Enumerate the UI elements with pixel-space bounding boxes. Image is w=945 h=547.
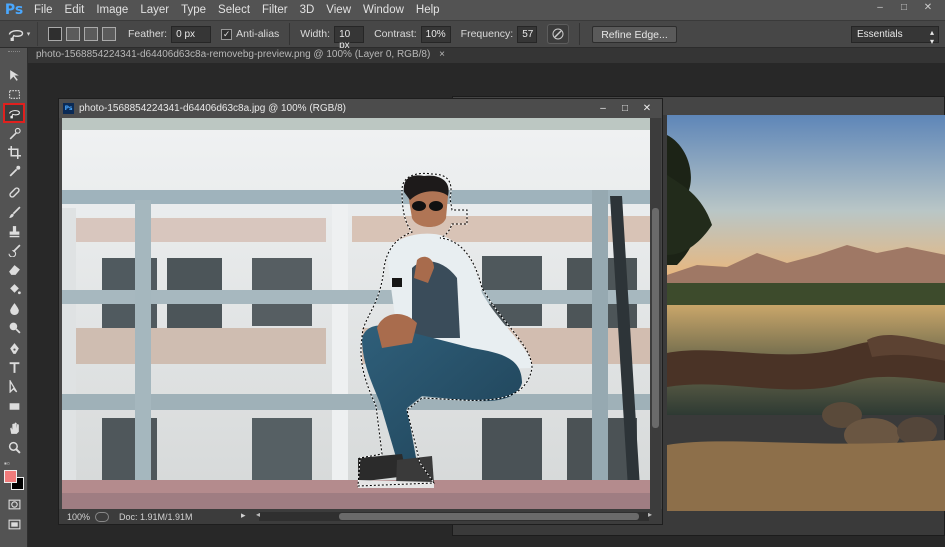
history-brush-tool-icon[interactable] (5, 242, 23, 258)
photoshop-logo: Ps (4, 2, 24, 18)
minimize-button[interactable]: – (869, 0, 891, 14)
new-selection-mode-button[interactable] (48, 27, 62, 41)
vertical-scroll-thumb[interactable] (652, 208, 659, 428)
marquee-tool-icon[interactable] (5, 86, 23, 102)
clone-stamp-tool-icon[interactable] (5, 223, 23, 239)
export-icon[interactable] (95, 511, 109, 522)
refine-edge-button[interactable]: Refine Edge... (592, 25, 677, 43)
document-window-titlebar[interactable]: Ps photo-1568854224341-d64406d63c8a.jpg … (59, 99, 662, 118)
contrast-label: Contrast: (374, 28, 417, 40)
tools-panel: ▪▫ (0, 48, 28, 547)
close-tab-icon[interactable]: × (439, 49, 445, 60)
doc-minimize-button[interactable]: – (594, 101, 612, 115)
type-tool-icon[interactable] (5, 359, 23, 375)
chevron-updown-icon: ▴ ▾ (929, 28, 934, 46)
document-window-controls: – □ ✕ (594, 101, 656, 115)
horizontal-scroll-thumb[interactable] (339, 513, 639, 520)
tablet-pressure-button[interactable] (547, 24, 570, 44)
document-info: Doc: 1.91M/1.91M (119, 511, 193, 522)
status-menu-arrow-icon[interactable]: ▸ (241, 510, 246, 521)
feather-input[interactable]: 0 px (171, 25, 212, 43)
eraser-tool-icon[interactable] (5, 261, 23, 277)
move-tool-icon[interactable] (5, 67, 23, 83)
ps-document-icon: Ps (63, 103, 74, 114)
menu-view[interactable]: View (320, 4, 357, 16)
width-label: Width: (300, 28, 331, 40)
blur-tool-icon[interactable] (5, 300, 23, 316)
workspace-switcher[interactable]: Essentials ▴ ▾ (851, 26, 939, 46)
subtract-selection-mode-button[interactable] (84, 27, 98, 41)
menu-help[interactable]: Help (410, 4, 446, 16)
document-tab-title: photo-1568854224341-d64406d63c8a-removeb… (36, 49, 431, 60)
workspace-value: Essentials (857, 29, 903, 40)
crop-tool-icon[interactable] (5, 144, 23, 160)
hand-tool-icon[interactable] (5, 420, 23, 436)
tool-preset-picker[interactable]: ▾ (0, 22, 38, 46)
panel-grip (8, 51, 20, 53)
antialias-checkbox[interactable]: ✓ (221, 28, 233, 40)
landscape-image (667, 115, 945, 511)
zoom-level[interactable]: 100% (59, 512, 93, 522)
menu-window[interactable]: Window (357, 4, 410, 16)
vertical-scrollbar[interactable] (650, 118, 661, 510)
path-selection-tool-icon[interactable] (5, 378, 23, 394)
menu-layer[interactable]: Layer (134, 4, 175, 16)
tablet-pressure-icon (552, 28, 564, 40)
frequency-label: Frequency: (460, 28, 514, 40)
menu-image[interactable]: Image (90, 4, 134, 16)
doc-maximize-button[interactable]: □ (616, 101, 634, 115)
menu-file[interactable]: File (28, 4, 59, 16)
chevron-down-icon: ▾ (26, 31, 31, 38)
feather-label: Feather: (128, 28, 168, 40)
app-window-controls: – □ ✕ (869, 0, 939, 14)
scroll-left-icon[interactable]: ◂ (256, 510, 260, 519)
options-bar: ▾ Feather: 0 px ✓ Anti-alias Width: 10 p… (0, 20, 945, 51)
divider (289, 23, 291, 45)
dodge-tool-icon[interactable] (5, 319, 23, 335)
horizontal-scrollbar[interactable]: ◂ ▸ (256, 510, 652, 521)
scroll-right-icon[interactable]: ▸ (648, 510, 652, 519)
paint-bucket-tool-icon[interactable] (5, 281, 23, 297)
menu-3d[interactable]: 3D (294, 4, 321, 16)
add-selection-mode-button[interactable] (66, 27, 80, 41)
menu-filter[interactable]: Filter (256, 4, 294, 16)
quick-selection-tool-icon[interactable] (5, 125, 23, 141)
rectangle-tool-icon[interactable] (5, 398, 23, 414)
zoom-tool-icon[interactable] (5, 439, 23, 455)
menu-edit[interactable]: Edit (59, 4, 91, 16)
width-input[interactable]: 10 px (334, 25, 365, 51)
eyedropper-tool-icon[interactable] (5, 163, 23, 179)
antialias-label: Anti-alias (236, 28, 280, 40)
healing-brush-tool-icon[interactable] (5, 184, 23, 200)
document-tab[interactable]: photo-1568854224341-d64406d63c8a-removeb… (32, 49, 445, 63)
close-button[interactable]: ✕ (917, 0, 939, 14)
foreground-color-swatch[interactable] (4, 470, 17, 483)
doc-close-button[interactable]: ✕ (638, 101, 656, 115)
quick-mask-icon[interactable] (5, 496, 23, 512)
contrast-input[interactable]: 10% (420, 25, 451, 43)
document-tab-bar: photo-1568854224341-d64406d63c8a-removeb… (28, 48, 945, 63)
divider (579, 23, 581, 45)
menu-type[interactable]: Type (175, 4, 212, 16)
document-window-title: photo-1568854224341-d64406d63c8a.jpg @ 1… (79, 103, 347, 114)
photo-canvas[interactable] (62, 118, 651, 510)
magnetic-lasso-tool-icon[interactable] (3, 103, 25, 123)
status-bar: 100% Doc: 1.91M/1.91M ▸ ◂ ▸ (59, 509, 662, 524)
menu-bar: Ps File Edit Image Layer Type Select Fil… (0, 0, 945, 20)
brush-tool-icon[interactable] (5, 204, 23, 220)
default-colors-icon[interactable]: ▪▫ (4, 459, 10, 468)
frequency-input[interactable]: 57 (517, 25, 538, 43)
intersect-selection-mode-button[interactable] (102, 27, 116, 41)
maximize-button[interactable]: □ (893, 0, 915, 14)
menu-select[interactable]: Select (212, 4, 256, 16)
screen-mode-icon[interactable] (5, 516, 23, 532)
magnetic-lasso-icon (8, 29, 23, 41)
pen-tool-icon[interactable] (5, 340, 23, 356)
document-window[interactable]: Ps photo-1568854224341-d64406d63c8a.jpg … (58, 98, 663, 525)
